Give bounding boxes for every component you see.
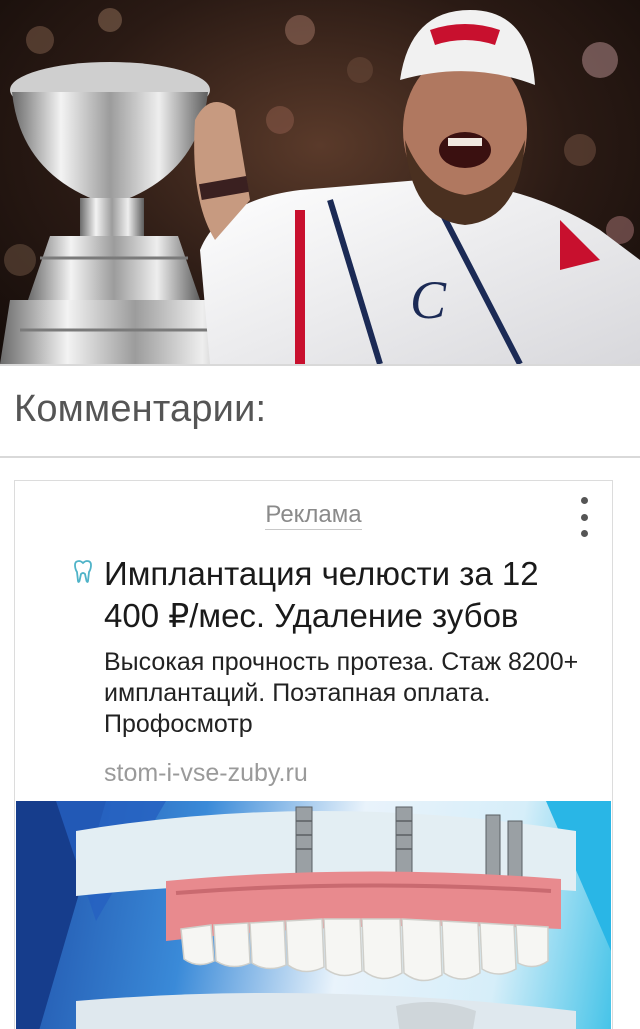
ad-domain-link[interactable]: stom-i-vse-zuby.ru — [104, 759, 308, 788]
divider — [0, 364, 640, 366]
svg-text:C: C — [410, 270, 447, 330]
tooth-icon — [74, 560, 92, 583]
ad-label-text: Реклама — [265, 501, 362, 530]
comments-heading: Комментарии: — [14, 388, 267, 430]
dental-implant-illustration — [16, 801, 611, 1029]
divider — [0, 456, 640, 458]
ad-image[interactable] — [16, 801, 611, 1029]
ad-headline[interactable]: Имплантация челюсти за 12 400 ₽/мес. Уда… — [104, 553, 589, 637]
hero-photo: C — [0, 0, 640, 364]
more-vertical-icon[interactable] — [572, 497, 596, 537]
hero-illustration: C — [0, 8, 640, 364]
page: C Комментарии: Реклама Имплантация челюс… — [0, 0, 640, 1029]
ad-card[interactable]: Реклама Имплантация челюсти за 12 400 ₽/… — [14, 480, 613, 1029]
ad-label: Реклама — [15, 501, 612, 530]
ad-description: Высокая прочность протеза. Стаж 8200+ им… — [104, 648, 579, 738]
